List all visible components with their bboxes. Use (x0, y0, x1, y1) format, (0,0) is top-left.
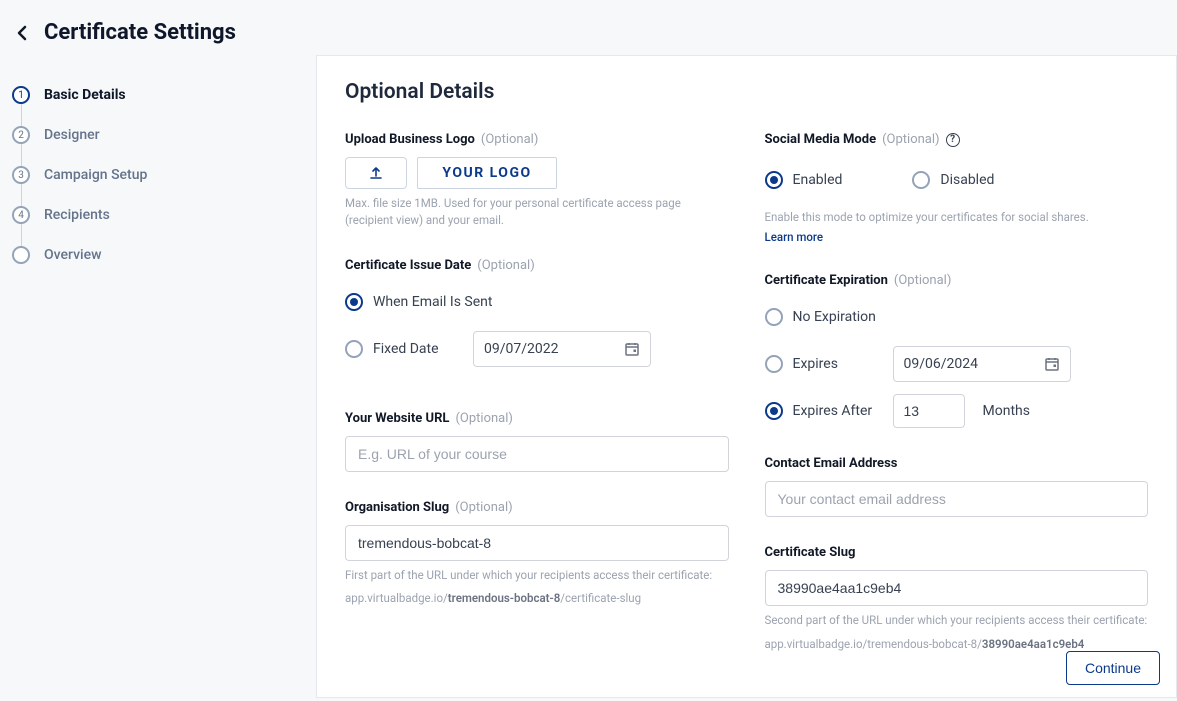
date-value: 09/07/2022 (484, 341, 624, 357)
cert-slug-label: Certificate Slug (765, 545, 856, 560)
upload-help: Max. file size 1MB. Used for your person… (345, 195, 729, 230)
contact-email-group: Contact Email Address (765, 456, 1149, 517)
social-mode-group: Social Media Mode (Optional) ? Enabled D… (765, 132, 1149, 245)
upload-button[interactable] (345, 157, 407, 189)
radio-label: When Email Is Sent (373, 294, 492, 310)
cert-slug-help: Second part of the URL under which your … (765, 612, 1149, 629)
expires-after-input[interactable] (893, 394, 965, 428)
step-label: Designer (44, 127, 100, 143)
radio-expires-after[interactable] (765, 402, 783, 420)
issue-date-label: Certificate Issue Date (345, 258, 471, 273)
step-label: Overview (44, 247, 101, 263)
optional-text: (Optional) (481, 132, 538, 147)
radio-when-email-sent[interactable] (345, 293, 363, 311)
learn-more-link[interactable]: Learn more (765, 230, 824, 244)
step-designer[interactable]: 2 Designer (12, 115, 304, 155)
cert-slug-input[interactable] (765, 570, 1149, 606)
social-help: Enable this mode to optimize your certif… (765, 209, 1149, 226)
step-circle: 4 (12, 206, 30, 224)
calendar-icon (1044, 356, 1060, 372)
radio-social-disabled[interactable] (912, 171, 930, 189)
expires-date-input[interactable]: 09/06/2024 (893, 346, 1071, 382)
step-circle: 2 (12, 126, 30, 144)
radio-fixed-date[interactable] (345, 340, 363, 358)
org-slug-input[interactable] (345, 525, 729, 561)
website-url-group: Your Website URL (Optional) (345, 411, 729, 472)
stepper: 1 Basic Details 2 Designer 3 Campaign Se… (0, 55, 316, 698)
continue-button[interactable]: Continue (1066, 651, 1160, 685)
website-url-input[interactable] (345, 436, 729, 472)
radio-no-expiration[interactable] (765, 308, 783, 326)
back-button[interactable] (12, 23, 32, 43)
contact-email-input[interactable] (765, 481, 1149, 517)
step-campaign-setup[interactable]: 3 Campaign Setup (12, 155, 304, 195)
social-mode-label: Social Media Mode (765, 132, 877, 147)
org-slug-group: Organisation Slug (Optional) First part … (345, 500, 729, 608)
help-icon[interactable]: ? (946, 133, 960, 147)
radio-social-enabled[interactable] (765, 171, 783, 189)
radio-label: Fixed Date (373, 341, 463, 357)
step-label: Recipients (44, 207, 110, 223)
radio-label: Disabled (940, 172, 994, 188)
fixed-date-input[interactable]: 09/07/2022 (473, 331, 651, 367)
optional-text: (Optional) (477, 258, 534, 273)
org-slug-help: First part of the URL under which your r… (345, 567, 729, 584)
website-label: Your Website URL (345, 411, 449, 426)
optional-text: (Optional) (455, 500, 512, 515)
calendar-icon (624, 341, 640, 357)
upload-icon (368, 165, 384, 181)
logo-preview: YOUR LOGO (417, 157, 557, 189)
cert-slug-group: Certificate Slug Second part of the URL … (765, 545, 1149, 653)
upload-logo-group: Upload Business Logo (Optional) YOUR LOG… (345, 132, 729, 230)
step-circle: 3 (12, 166, 30, 184)
radio-label: Expires After (793, 403, 883, 419)
step-label: Campaign Setup (44, 167, 147, 183)
step-label: Basic Details (44, 87, 126, 103)
step-circle (12, 246, 30, 264)
radio-label: No Expiration (793, 309, 883, 325)
expires-after-unit: Months (983, 403, 1030, 419)
contact-email-label: Contact Email Address (765, 456, 898, 471)
upload-logo-label: Upload Business Logo (345, 132, 475, 147)
settings-panel: Optional Details Upload Business Logo (O… (316, 55, 1177, 698)
step-recipients[interactable]: 4 Recipients (12, 195, 304, 235)
step-overview[interactable]: Overview (12, 235, 304, 275)
step-basic-details[interactable]: 1 Basic Details (12, 75, 304, 115)
radio-expires[interactable] (765, 355, 783, 373)
chevron-left-icon (17, 25, 27, 41)
expiration-group: Certificate Expiration (Optional) No Exp… (765, 273, 1149, 428)
expiration-label: Certificate Expiration (765, 273, 888, 288)
radio-label: Expires (793, 356, 883, 372)
step-circle: 1 (12, 86, 30, 104)
date-value: 09/06/2024 (904, 356, 1044, 372)
optional-text: (Optional) (882, 132, 939, 147)
page-title: Certificate Settings (44, 20, 236, 45)
panel-title: Optional Details (345, 80, 1148, 104)
radio-label: Enabled (793, 172, 843, 188)
optional-text: (Optional) (894, 273, 951, 288)
issue-date-group: Certificate Issue Date (Optional) When E… (345, 258, 729, 367)
org-slug-url: app.virtualbadge.io/tremendous-bobcat-8/… (345, 590, 729, 607)
optional-text: (Optional) (455, 411, 512, 426)
org-slug-label: Organisation Slug (345, 500, 449, 515)
